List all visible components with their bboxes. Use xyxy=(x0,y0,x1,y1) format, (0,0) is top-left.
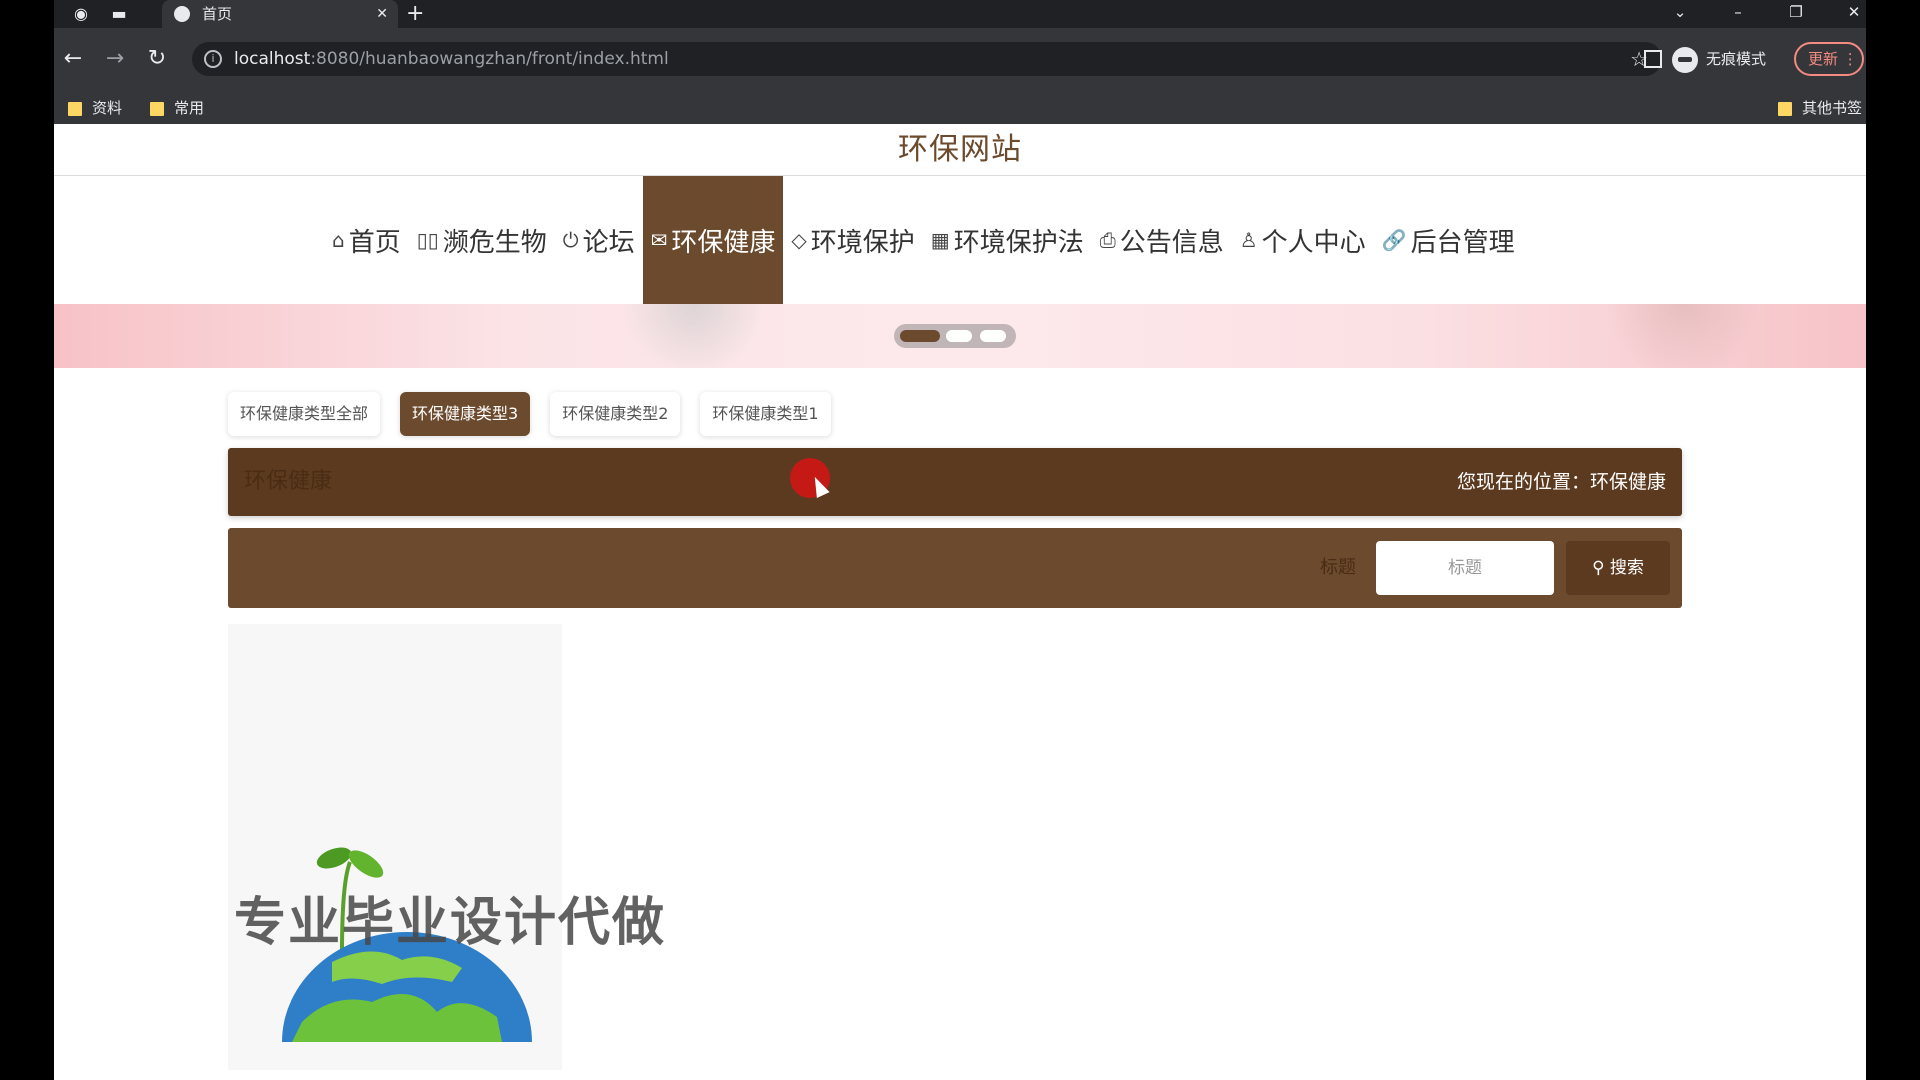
nav-item[interactable]: 🔗 后台管理 xyxy=(1374,176,1523,304)
page-viewport: 环保网站 ⌂ 首页 ▯▯ 濒危生物 ⏻ 论坛 ✉ 环保健康 ◇ 环境保护 ▦ 环境保护法 ⎙ 公告信息 ♙ 个… xyxy=(54,124,1866,1080)
forward-icon[interactable]: → xyxy=(100,44,130,74)
incognito-indicator[interactable]: 无痕模式 xyxy=(1672,43,1766,75)
nav-item[interactable]: ♙ 个人中心 xyxy=(1232,176,1374,304)
power-icon: ⏻ xyxy=(562,228,579,252)
search-label: 标题 xyxy=(1320,557,1356,578)
tag-icon: ◇ xyxy=(791,228,807,252)
nav-item[interactable]: ▦ 环境保护法 xyxy=(923,176,1092,304)
main-nav-items: ⌂ 首页 ▯▯ 濒危生物 ⏻ 论坛 ✉ 环保健康 ◇ 环境保护 ▦ 环境保护法 ⎙ 公告信息 ♙ 个人中心 🔗 后… xyxy=(324,176,1523,304)
watermark-text: 专业毕业设计代做 xyxy=(234,893,667,953)
search-input[interactable] xyxy=(1376,541,1554,595)
category-chip[interactable]: 环保健康类型1 xyxy=(700,392,831,436)
breadcrumb-position: 您现在的位置：环保健康 xyxy=(1456,471,1666,493)
back-icon[interactable]: ← xyxy=(58,44,88,74)
incognito-label: 无痕模式 xyxy=(1706,50,1767,68)
category-chip[interactable]: 环保健康类型3 xyxy=(400,392,531,436)
folder-icon xyxy=(68,101,82,116)
site-title: 环保网站 xyxy=(898,132,1022,167)
folder-icon xyxy=(150,101,164,116)
tab-search-icon[interactable]: ▬ xyxy=(104,2,134,26)
nav-item-label: 首页 xyxy=(348,227,401,258)
grid-icon: ▦ xyxy=(930,228,950,252)
search-bar: 标题 ⚲ 搜索 xyxy=(228,528,1682,608)
minimize-icon[interactable]: – xyxy=(1718,0,1758,24)
nav-item-label: 濒危生物 xyxy=(442,227,547,258)
search-icon: ⚲ xyxy=(1592,558,1605,578)
other-bookmarks[interactable]: 其他书签 xyxy=(1778,92,1862,124)
search-button[interactable]: ⚲ 搜索 xyxy=(1566,541,1670,595)
category-chip[interactable]: 环保健康类型2 xyxy=(550,392,681,436)
carousel-dot[interactable] xyxy=(980,330,1006,342)
bookmark-folder[interactable]: 常用 xyxy=(150,92,204,124)
mail-icon: ✉ xyxy=(650,228,668,252)
section-title: 环保健康 xyxy=(244,469,333,494)
nav-item-label: 个人中心 xyxy=(1261,227,1366,258)
nav-item[interactable]: ⎙ 公告信息 xyxy=(1092,176,1232,304)
folder-icon xyxy=(1778,101,1792,116)
link-icon: 🔗 xyxy=(1381,228,1407,252)
site-header: 环保网站 xyxy=(54,124,1866,176)
new-tab-icon[interactable]: + xyxy=(406,0,424,28)
print-icon: ⎙ xyxy=(1099,228,1116,252)
tab-title: 首页 xyxy=(202,5,233,23)
nav-item[interactable]: ◇ 环境保护 xyxy=(783,176,922,304)
nav-item-label: 论坛 xyxy=(582,227,635,258)
browser-tab-bar: ◉ ▬ 首页 ✕ + ⌄ – ❐ ✕ xyxy=(54,0,1866,28)
address-url: localhost:8080/huanbaowangzhan/front/ind… xyxy=(234,49,669,69)
nav-item[interactable]: ✉ 环保健康 xyxy=(642,176,784,304)
nav-item-label: 环境保护 xyxy=(810,227,915,258)
nav-item-label: 公告信息 xyxy=(1119,227,1224,258)
nav-item[interactable]: ▯▯ 濒危生物 xyxy=(409,176,555,304)
category-filters: 环保健康类型全部 环保健康类型3 环保健康类型2 环保健康类型1 xyxy=(228,392,831,436)
close-tab-icon[interactable]: ✕ xyxy=(376,0,388,28)
side-panel-icon[interactable] xyxy=(1644,50,1662,68)
nav-item[interactable]: ⌂ 首页 xyxy=(324,176,409,304)
main-nav: ⌂ 首页 ▯▯ 濒危生物 ⏻ 论坛 ✉ 环保健康 ◇ 环境保护 ▦ 环境保护法 ⎙ 公告信息 ♙ 个人中心 🔗 后… xyxy=(54,176,1866,304)
bookmark-folder[interactable]: 资料 xyxy=(68,92,122,124)
banner-carousel xyxy=(54,304,1866,368)
update-button[interactable]: 更新 ⋮ xyxy=(1794,42,1864,76)
home-icon: ⌂ xyxy=(332,228,345,252)
bookmarks-bar: 资料 常用 其他书签 xyxy=(54,92,1866,124)
user-icon: ♙ xyxy=(1239,228,1258,252)
nav-item-label: 环境保护法 xyxy=(953,227,1084,258)
carousel-dot[interactable] xyxy=(900,330,940,342)
close-window-icon[interactable]: ✕ xyxy=(1834,0,1874,24)
globe-icon xyxy=(174,6,190,22)
book-icon: ▯▯ xyxy=(416,228,439,252)
browser-toolbar: ← → ↻ i localhost:8080/huanbaowangzhan/f… xyxy=(54,28,1866,92)
nav-item[interactable]: ⏻ 论坛 xyxy=(555,176,643,304)
incognito-icon xyxy=(1672,46,1698,73)
carousel-dot[interactable] xyxy=(946,330,972,342)
category-chip[interactable]: 环保健康类型全部 xyxy=(228,392,381,436)
nav-item-label: 后台管理 xyxy=(1410,227,1515,258)
tab-list-icon[interactable]: ⌄ xyxy=(1660,0,1700,24)
site-info-icon[interactable]: i xyxy=(204,50,222,68)
restore-icon[interactable]: ❐ xyxy=(1776,0,1816,24)
breadcrumb-bar: 环保健康 您现在的位置：环保健康 xyxy=(228,448,1682,516)
profile-icon[interactable]: ◉ xyxy=(66,2,96,26)
reload-icon[interactable]: ↻ xyxy=(142,44,172,74)
browser-tab[interactable]: 首页 ✕ xyxy=(162,0,398,28)
address-bar[interactable]: i localhost:8080/huanbaowangzhan/front/i… xyxy=(192,42,1662,76)
nav-item-label: 环保健康 xyxy=(671,227,776,258)
carousel-indicator xyxy=(894,324,1016,348)
